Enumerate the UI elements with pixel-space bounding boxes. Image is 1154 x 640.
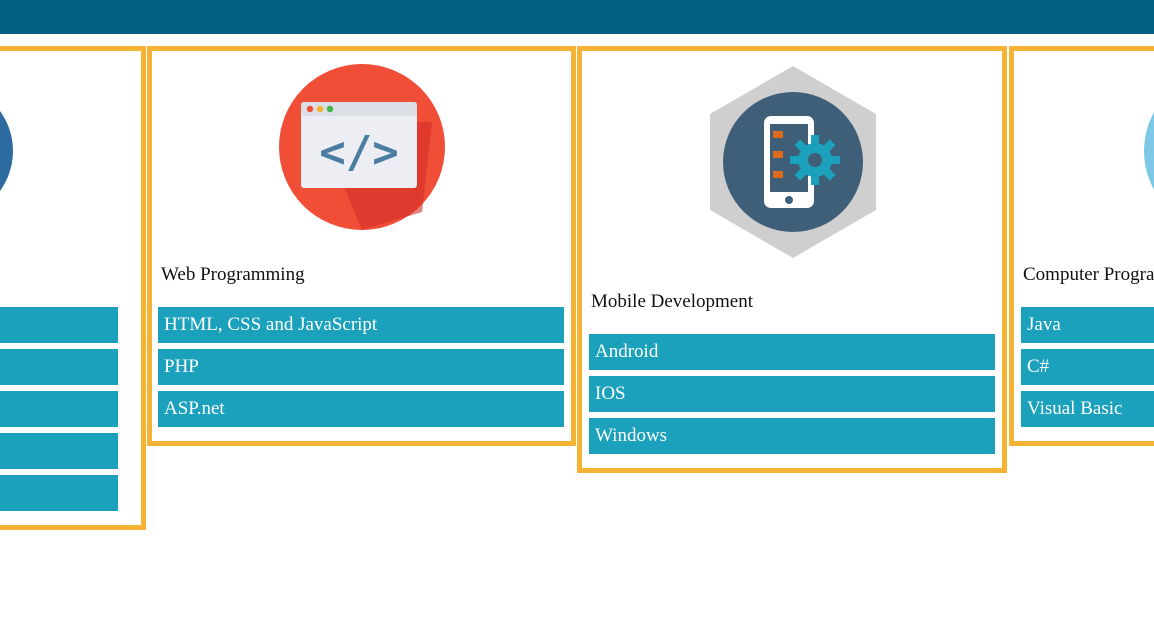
code-window-icon: </> [279,64,445,230]
svg-text:</>: </> [319,127,398,178]
top-nav-bar [0,0,1154,34]
list-item[interactable]: ASP.net [158,391,564,427]
list-item[interactable]: Android [589,334,995,370]
course-card-computer-programming: Computer Programming Java C# Visual Basi… [1009,46,1154,446]
list-item[interactable]: Visual Basic [1021,391,1154,427]
list-item[interactable]: C# [1021,349,1154,385]
list-item[interactable]: Java [1021,307,1154,343]
list-item[interactable]: HTML, CSS and JavaScript [158,307,564,343]
card-title: Computer Programming [1023,264,1154,285]
circle-badge-icon [0,111,13,191]
list-item[interactable] [0,307,118,343]
list-item[interactable] [0,349,118,385]
list-item[interactable] [0,475,118,511]
list-item[interactable]: PHP [158,349,564,385]
card-title: Web Programming [161,264,305,285]
course-card-web-programming: </> Web Programming HTML, CSS and JavaSc… [147,46,576,446]
card-title: Mobile Development [591,291,753,312]
mobile-gear-icon [710,66,876,258]
list-item[interactable]: IOS [589,376,995,412]
course-card-left [0,46,146,530]
list-item[interactable] [0,391,118,427]
circle-badge-icon [1144,112,1154,190]
list-item[interactable] [0,433,118,469]
course-card-mobile-development: Mobile Development Android IOS Windows [577,46,1007,473]
list-item[interactable]: Windows [589,418,995,454]
